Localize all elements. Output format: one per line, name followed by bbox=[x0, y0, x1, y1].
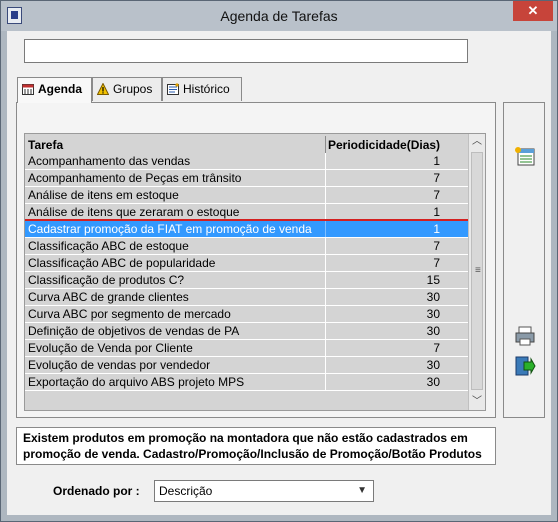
cell-tarefa: Cadastrar promoção da FIAT em promoção d… bbox=[28, 222, 312, 236]
title-bar[interactable]: Agenda de Tarefas ✕ bbox=[1, 1, 557, 31]
task-grid-frame: Tarefa Periodicidade(Dias) Acompanhament… bbox=[24, 133, 486, 411]
cell-periodicidade: 1 bbox=[433, 222, 440, 236]
cell-periodicidade: 7 bbox=[433, 188, 440, 202]
add-task-icon[interactable] bbox=[514, 146, 536, 168]
cell-periodicidade: 7 bbox=[433, 239, 440, 253]
vertical-scrollbar[interactable]: ︿ ≡ ﹀ bbox=[468, 134, 485, 410]
column-header-periodicidade[interactable]: Periodicidade(Dias) bbox=[328, 138, 440, 152]
client-area: Agenda Grupos Histórico Tarefa Periodici… bbox=[7, 31, 551, 515]
table-row[interactable]: Curva ABC de grande clientes 30 bbox=[25, 289, 468, 306]
table-row[interactable]: Análise de itens que zeraram o estoque 1 bbox=[25, 204, 468, 221]
cell-periodicidade: 30 bbox=[426, 290, 440, 304]
table-row[interactable]: Curva ABC por segmento de mercado 30 bbox=[25, 306, 468, 323]
table-row[interactable]: Classificação ABC de estoque 7 bbox=[25, 238, 468, 255]
cell-tarefa: Curva ABC de grande clientes bbox=[28, 290, 189, 304]
tab-grupos-label: Grupos bbox=[113, 82, 153, 96]
tab-historico-label: Histórico bbox=[183, 82, 230, 96]
task-description: Existem produtos em promoção na montador… bbox=[16, 427, 496, 465]
tab-historico[interactable]: Histórico bbox=[162, 77, 242, 101]
side-toolbar bbox=[503, 102, 545, 418]
search-input[interactable] bbox=[24, 39, 468, 63]
app-window: Agenda de Tarefas ✕ Agenda Grupos Histór… bbox=[0, 0, 558, 522]
table-row[interactable]: Classificação de produtos C? 15 bbox=[25, 272, 468, 289]
close-button[interactable]: ✕ bbox=[513, 1, 553, 21]
table-row[interactable]: Classificação ABC de popularidade 7 bbox=[25, 255, 468, 272]
sort-label: Ordenado por : bbox=[53, 484, 140, 498]
cell-tarefa: Evolução de vendas por vendedor bbox=[28, 358, 211, 372]
cell-tarefa: Curva ABC por segmento de mercado bbox=[28, 307, 231, 321]
window-title: Agenda de Tarefas bbox=[220, 8, 338, 24]
cell-tarefa: Acompanhamento das vendas bbox=[28, 154, 191, 168]
cell-periodicidade: 1 bbox=[433, 154, 440, 168]
table-row[interactable]: Acompanhamento das vendas 1 bbox=[25, 153, 468, 170]
table-row-selected[interactable]: Cadastrar promoção da FIAT em promoção d… bbox=[25, 219, 468, 240]
cell-tarefa: Exportação do arquivo ABS projeto MPS bbox=[28, 375, 245, 389]
table-row[interactable]: Análise de itens em estoque 7 bbox=[25, 187, 468, 204]
tab-agenda-label: Agenda bbox=[38, 82, 83, 96]
task-grid: Tarefa Periodicidade(Dias) Acompanhament… bbox=[25, 134, 468, 410]
cell-periodicidade: 30 bbox=[426, 324, 440, 338]
history-icon bbox=[167, 83, 179, 95]
exit-icon[interactable] bbox=[514, 355, 536, 377]
table-row[interactable]: Evolução de Venda por Cliente 7 bbox=[25, 340, 468, 357]
sort-select[interactable]: Descrição ▼ bbox=[154, 480, 374, 502]
agenda-panel: Tarefa Periodicidade(Dias) Acompanhament… bbox=[16, 102, 496, 418]
cell-periodicidade: 7 bbox=[433, 341, 440, 355]
cell-periodicidade: 30 bbox=[426, 307, 440, 321]
tab-agenda[interactable]: Agenda bbox=[17, 77, 92, 103]
cell-tarefa: Análise de itens que zeraram o estoque bbox=[28, 205, 240, 219]
cell-tarefa: Definição de objetivos de vendas de PA bbox=[28, 324, 240, 338]
calendar-icon bbox=[22, 84, 34, 95]
sort-select-value: Descrição bbox=[159, 484, 213, 498]
cell-tarefa: Acompanhamento de Peças em trânsito bbox=[28, 171, 242, 185]
table-row[interactable]: Exportação do arquivo ABS projeto MPS 30 bbox=[25, 374, 468, 391]
scroll-down-arrow-icon[interactable]: ﹀ bbox=[469, 394, 485, 410]
scroll-up-arrow-icon[interactable]: ︿ bbox=[469, 134, 485, 150]
warning-icon bbox=[97, 83, 109, 95]
table-header: Tarefa Periodicidade(Dias) bbox=[25, 136, 468, 153]
cell-periodicidade: 1 bbox=[433, 205, 440, 219]
cell-tarefa: Classificação de produtos C? bbox=[28, 273, 185, 287]
scroll-thumb[interactable]: ≡ bbox=[471, 152, 483, 390]
column-header-tarefa[interactable]: Tarefa bbox=[28, 138, 63, 152]
cell-tarefa: Análise de itens em estoque bbox=[28, 188, 179, 202]
cell-periodicidade: 7 bbox=[433, 171, 440, 185]
print-icon[interactable] bbox=[514, 325, 536, 347]
cell-periodicidade: 7 bbox=[433, 256, 440, 270]
table-row[interactable]: Evolução de vendas por vendedor 30 bbox=[25, 357, 468, 374]
table-row[interactable]: Acompanhamento de Peças em trânsito 7 bbox=[25, 170, 468, 187]
tab-grupos[interactable]: Grupos bbox=[92, 77, 162, 101]
cell-periodicidade: 30 bbox=[426, 375, 440, 389]
chevron-down-icon: ▼ bbox=[357, 485, 367, 496]
table-row[interactable]: Definição de objetivos de vendas de PA 30 bbox=[25, 323, 468, 340]
cell-periodicidade: 15 bbox=[426, 273, 440, 287]
cell-tarefa: Classificação ABC de popularidade bbox=[28, 256, 216, 270]
cell-periodicidade: 30 bbox=[426, 358, 440, 372]
cell-tarefa: Evolução de Venda por Cliente bbox=[28, 341, 193, 355]
cell-tarefa: Classificação ABC de estoque bbox=[28, 239, 189, 253]
